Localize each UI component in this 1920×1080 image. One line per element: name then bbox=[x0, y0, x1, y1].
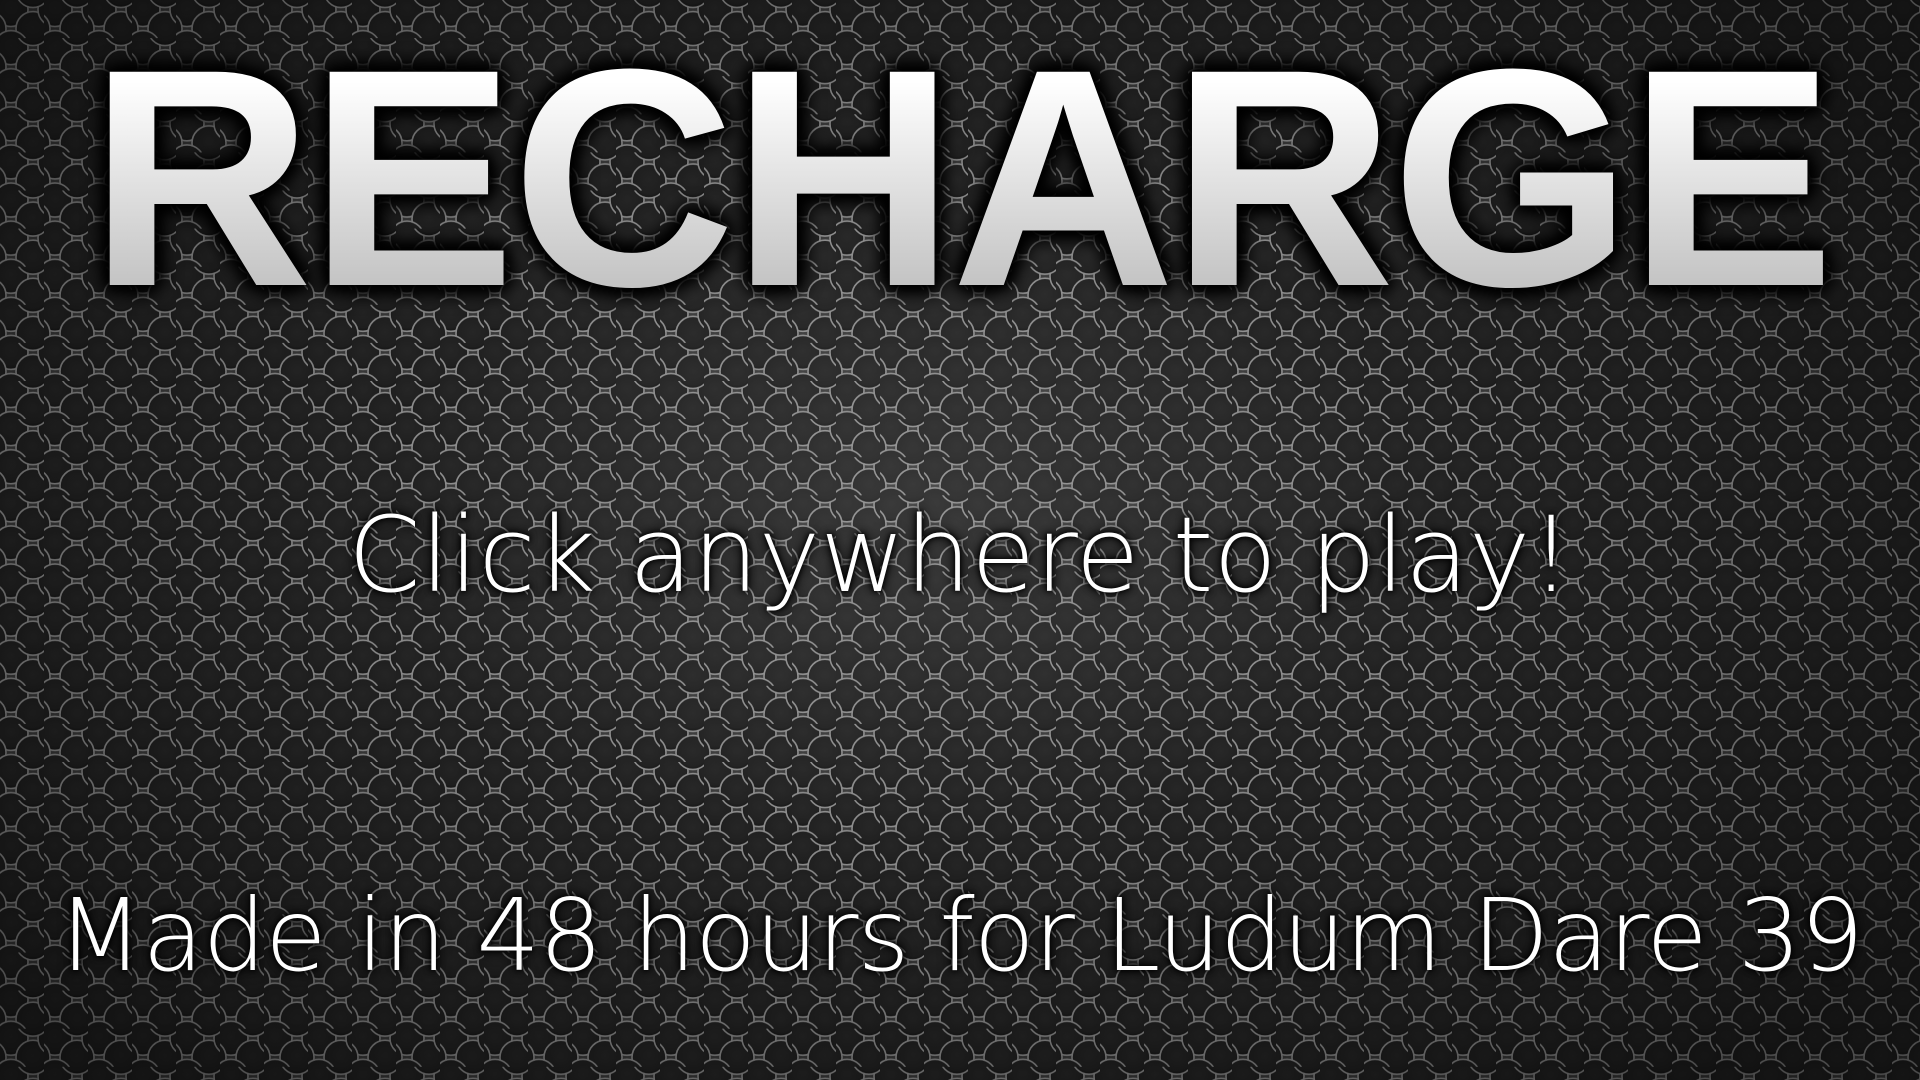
title-screen[interactable]: RECHARGE Click anywhere to play! Made in… bbox=[0, 0, 1920, 1080]
game-title: RECHARGE bbox=[0, 18, 1920, 338]
play-prompt[interactable]: Click anywhere to play! bbox=[0, 495, 1920, 615]
credit-text: Made in 48 hours for Ludum Dare 39 bbox=[57, 877, 1864, 994]
